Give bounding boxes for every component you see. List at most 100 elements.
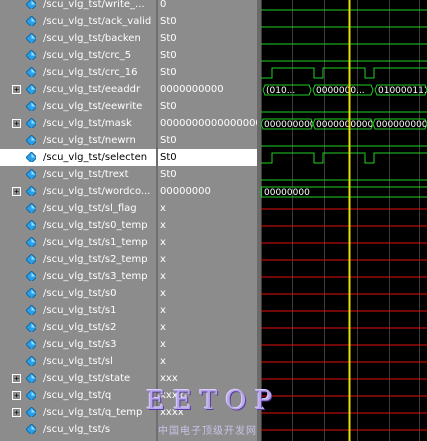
signal-row[interactable]: /scu_vlg_tst/s	[0, 421, 156, 438]
signal-name: /scu_vlg_tst/backen	[43, 33, 141, 44]
signal-name: /scu_vlg_tst/q_temp	[43, 407, 143, 418]
signal-name: /scu_vlg_tst/trext	[43, 169, 129, 180]
signal-value: x	[160, 220, 166, 231]
signal-name: /scu_vlg_tst/s	[43, 424, 111, 435]
signal-value: St0	[160, 101, 177, 112]
diamond-icon	[26, 169, 36, 179]
signal-name: /scu_vlg_tst/s0_temp	[43, 220, 148, 231]
signal-value: x	[160, 356, 166, 367]
bus-value-label: 0000000...	[316, 86, 365, 96]
signal-name: /scu_vlg_tst/sl	[43, 356, 113, 367]
diamond-icon	[26, 288, 36, 298]
signal-value: St0	[160, 16, 177, 27]
waveform-pane[interactable]: (010...0000000...01000011110000000000000…	[261, 0, 427, 441]
signal-name: /scu_vlg_tst/sl_flag	[43, 203, 137, 214]
signal-name: /scu_vlg_tst/ack_valid	[43, 16, 152, 27]
signal-name: /scu_vlg_tst/wordco...	[43, 186, 151, 197]
signal-row[interactable]: + /scu_vlg_tst/eeaddr	[0, 81, 156, 98]
signal-row[interactable]: /scu_vlg_tst/s3_temp	[0, 268, 156, 285]
signal-name: /scu_vlg_tst/crc_16	[43, 67, 138, 78]
signal-value: St0	[160, 67, 177, 78]
signal-row[interactable]: + /scu_vlg_tst/q_temp	[0, 404, 156, 421]
expand-plus-icon[interactable]: +	[12, 85, 21, 94]
expand-plus-icon[interactable]: +	[12, 187, 21, 196]
expand-plus-icon[interactable]: +	[12, 391, 21, 400]
diamond-icon	[26, 186, 36, 196]
diamond-icon	[26, 0, 36, 9]
bus-value-label: (010...	[266, 86, 295, 96]
signal-row[interactable]: /scu_vlg_tst/s2	[0, 319, 156, 336]
signal-row[interactable]: + /scu_vlg_tst/wordco...	[0, 183, 156, 200]
signal-row[interactable]: /scu_vlg_tst/eewrite	[0, 98, 156, 115]
signal-row[interactable]: /scu_vlg_tst/s3	[0, 336, 156, 353]
signal-name: /scu_vlg_tst/state	[43, 373, 131, 384]
signal-row[interactable]: /scu_vlg_tst/trext	[0, 166, 156, 183]
signal-name: /scu_vlg_tst/s0	[43, 288, 117, 299]
signal-row[interactable]: /scu_vlg_tst/sl_flag	[0, 200, 156, 217]
diamond-icon	[26, 237, 36, 247]
expand-plus-icon[interactable]: +	[12, 119, 21, 128]
signal-row[interactable]: /scu_vlg_tst/crc_16	[0, 64, 156, 81]
signal-name: /scu_vlg_tst/s2	[43, 322, 117, 333]
diamond-icon	[26, 118, 36, 128]
diamond-icon	[26, 271, 36, 281]
signal-row[interactable]: /scu_vlg_tst/backen	[0, 30, 156, 47]
signal-value: x	[160, 271, 166, 282]
signal-value-pane[interactable]: 0 St0 St0 St0 St0 0000000000 St0 00000000000000…	[158, 0, 257, 441]
signal-row[interactable]: /scu_vlg_tst/s1_temp	[0, 234, 156, 251]
diamond-icon	[26, 339, 36, 349]
bus-value-label: 000000000000	[376, 120, 427, 130]
signal-value: x	[160, 203, 166, 214]
signal-row[interactable]: /scu_vlg_tst/s1	[0, 302, 156, 319]
signal-row[interactable]: /scu_vlg_tst/selecten	[0, 149, 156, 166]
signal-row[interactable]: /scu_vlg_tst/sl	[0, 353, 156, 370]
diamond-icon	[26, 152, 36, 162]
diamond-icon	[26, 135, 36, 145]
signal-row[interactable]: /scu_vlg_tst/s2_temp	[0, 251, 156, 268]
signal-value: 00000000	[160, 186, 211, 197]
diamond-icon	[26, 203, 36, 213]
wave-window: /scu_vlg_tst/write_... /scu_vlg_tst/ack_v…	[0, 0, 427, 441]
diamond-icon	[26, 356, 36, 366]
signal-row[interactable]: + /scu_vlg_tst/state	[0, 370, 156, 387]
diamond-icon	[26, 220, 36, 230]
signal-row[interactable]: /scu_vlg_tst/ack_valid	[0, 13, 156, 30]
signal-row[interactable]: /scu_vlg_tst/s0_temp	[0, 217, 156, 234]
signal-value: St0	[160, 50, 177, 61]
diamond-icon	[26, 101, 36, 111]
signal-value: St0	[158, 149, 257, 166]
signal-row[interactable]: /scu_vlg_tst/write_...	[0, 0, 156, 13]
signal-row[interactable]: + /scu_vlg_tst/mask	[0, 115, 156, 132]
signal-row[interactable]: /scu_vlg_tst/s0	[0, 285, 156, 302]
signal-row[interactable]: /scu_vlg_tst/crc_5	[0, 47, 156, 64]
diamond-icon	[26, 373, 36, 383]
signal-row[interactable]: + /scu_vlg_tst/q	[0, 387, 156, 404]
diamond-icon	[26, 254, 36, 264]
signal-name: /scu_vlg_tst/q	[43, 390, 112, 401]
signal-name: /scu_vlg_tst/newrn	[43, 135, 136, 146]
signal-value: xxx	[160, 373, 178, 384]
waveform-trace: (010... 0000000... 0100001111	[262, 84, 427, 96]
diamond-icon	[26, 424, 36, 434]
diamond-icon	[26, 67, 36, 77]
expand-plus-icon[interactable]: +	[12, 408, 21, 417]
signal-name: /scu_vlg_tst/s1_temp	[43, 237, 148, 248]
diamond-icon	[26, 33, 36, 43]
signal-name-pane[interactable]: /scu_vlg_tst/write_... /scu_vlg_tst/ack_v…	[0, 0, 156, 441]
signal-value: St0	[160, 169, 177, 180]
expand-plus-icon[interactable]: +	[12, 374, 21, 383]
diamond-icon	[26, 50, 36, 60]
signal-name: /scu_vlg_tst/selecten	[43, 152, 148, 163]
signal-name: /scu_vlg_tst/eewrite	[43, 101, 143, 112]
diamond-icon	[26, 322, 36, 332]
signal-value: x	[160, 322, 166, 333]
eetop-watermark-subtitle: 中国电子顶级开发网	[158, 426, 257, 437]
signal-value: 0	[160, 0, 167, 10]
diamond-icon	[26, 407, 36, 417]
signal-name: /scu_vlg_tst/mask	[43, 118, 132, 129]
signal-row[interactable]: /scu_vlg_tst/newrn	[0, 132, 156, 149]
waveform-canvas[interactable]: (010...0000000...01000011110000000000000…	[261, 0, 427, 441]
diamond-icon	[26, 16, 36, 26]
signal-name: /scu_vlg_tst/s3	[43, 339, 117, 350]
signal-name: /scu_vlg_tst/eeaddr	[43, 84, 141, 95]
